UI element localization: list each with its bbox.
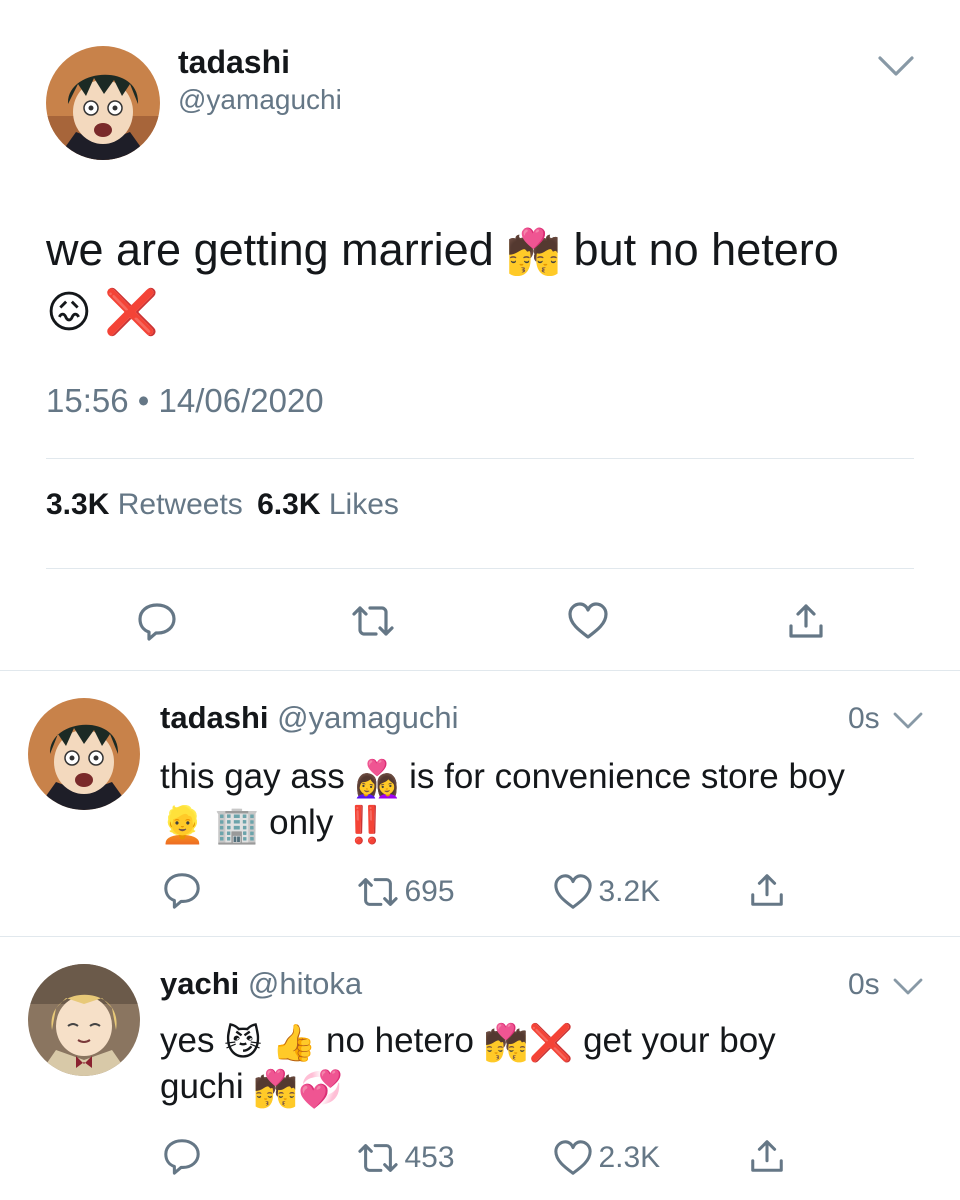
retweet-action[interactable]: 453 — [356, 1138, 455, 1178]
reply-text: this gay ass — [160, 757, 345, 796]
chevron-down-icon[interactable] — [892, 976, 924, 998]
engagement-stats: 3.3K Retweets 6.3K Likes — [46, 488, 399, 522]
reply-age[interactable]: 0s — [848, 702, 880, 736]
office-building-emoji: 🏢 — [214, 803, 260, 845]
retweet-action[interactable]: 695 — [356, 872, 455, 912]
avatar[interactable] — [28, 964, 140, 1076]
retweet-count: 695 — [404, 875, 455, 908]
reply-age[interactable]: 0s — [848, 968, 880, 1002]
divider — [0, 670, 960, 671]
reply-header: yachi @hitoka — [160, 966, 362, 1002]
like-action[interactable]: 2.3K — [552, 1138, 660, 1178]
like-action[interactable]: 3.2K — [552, 872, 660, 912]
double-exclamation-emoji: ‼️ — [343, 803, 388, 845]
tweet-text-line-1: we are getting married 💏 but no hetero — [46, 222, 839, 281]
retweet-icon — [356, 1138, 400, 1178]
like-count: 2.3K — [598, 1141, 661, 1174]
reply-text: get your boy — [583, 1021, 776, 1060]
divider — [0, 936, 960, 937]
reply-text: only — [269, 803, 334, 842]
handle[interactable]: @hitoka — [248, 966, 362, 1001]
like-count: 3.2K — [598, 875, 661, 908]
tweet-time[interactable]: 15:56 — [46, 382, 129, 419]
tweet-date[interactable]: 14/06/2020 — [159, 382, 324, 419]
cross-mark-emoji: ❌ — [104, 288, 160, 338]
kiss-couple-emoji: 💏 — [506, 228, 562, 278]
reply-text: is for convenience store boy — [409, 757, 845, 796]
heart-icon — [552, 1138, 594, 1178]
likes-count: 6.3K — [257, 488, 321, 521]
display-name[interactable]: yachi — [160, 966, 239, 1001]
cat-smirk-emoji: 😼 — [224, 1021, 262, 1063]
share-icon[interactable] — [748, 870, 786, 910]
tweet-text-part2: but no hetero — [573, 224, 839, 275]
blond-person-emoji: 👱 — [160, 803, 205, 845]
tweet-text-line-2: 😖 ❌ — [46, 280, 159, 343]
retweet-icon — [356, 872, 400, 912]
retweet-icon[interactable] — [350, 600, 396, 642]
likes-label: Likes — [328, 488, 399, 521]
timestamp-separator: • — [137, 382, 150, 419]
reply-text: no hetero — [326, 1021, 474, 1060]
confounded-face-emoji: 😖 — [46, 288, 92, 338]
timestamp: 15:56 • 14/06/2020 — [46, 382, 324, 420]
thumbs-up-emoji: 👍 — [271, 1021, 317, 1063]
tweet-text-part1: we are getting married — [46, 224, 494, 275]
avatar[interactable] — [28, 698, 140, 810]
reply-header: tadashi @yamaguchi — [160, 700, 459, 736]
reply-icon[interactable] — [162, 870, 202, 910]
divider — [46, 568, 914, 569]
reply-text-line-2: 👱 🏢 only ‼️ — [160, 800, 388, 848]
chevron-down-icon[interactable] — [876, 52, 916, 80]
share-icon[interactable] — [786, 600, 826, 642]
retweets-count: 3.3K — [46, 488, 110, 521]
revolving-hearts-emoji: 💞 — [298, 1067, 344, 1109]
couple-with-heart-emoji: 👩‍❤️‍👩 — [354, 757, 400, 799]
display-name[interactable]: tadashi — [178, 44, 290, 81]
heart-icon[interactable] — [566, 600, 610, 642]
retweet-count: 453 — [404, 1141, 455, 1174]
cross-mark-emoji: ❌ — [528, 1021, 574, 1063]
chevron-down-icon[interactable] — [892, 710, 924, 732]
reply-text: guchi — [160, 1067, 244, 1106]
reply-text-line-1: this gay ass 👩‍❤️‍👩 is for convenience s… — [160, 754, 845, 802]
likes-stat[interactable]: 6.3K Likes — [257, 488, 399, 521]
kiss-couple-emoji: 💏 — [253, 1067, 299, 1109]
heart-icon — [552, 872, 594, 912]
display-name[interactable]: tadashi — [160, 700, 269, 735]
reply-icon[interactable] — [162, 1136, 202, 1176]
avatar[interactable] — [46, 46, 160, 160]
retweets-label: Retweets — [117, 488, 243, 521]
handle[interactable]: @yamaguchi — [277, 700, 458, 735]
reply-text: yes — [160, 1021, 215, 1060]
handle[interactable]: @yamaguchi — [178, 84, 342, 116]
kiss-couple-emoji: 💏 — [483, 1021, 529, 1063]
reply-icon[interactable] — [136, 600, 178, 642]
share-icon[interactable] — [748, 1136, 786, 1176]
reply-text-line-1: yes 😼 👍 no hetero 💏❌ get your boy — [160, 1018, 776, 1066]
reply-text-line-2: guchi 💏💞 — [160, 1064, 343, 1112]
divider — [46, 458, 914, 459]
retweets-stat[interactable]: 3.3K Retweets — [46, 488, 251, 521]
